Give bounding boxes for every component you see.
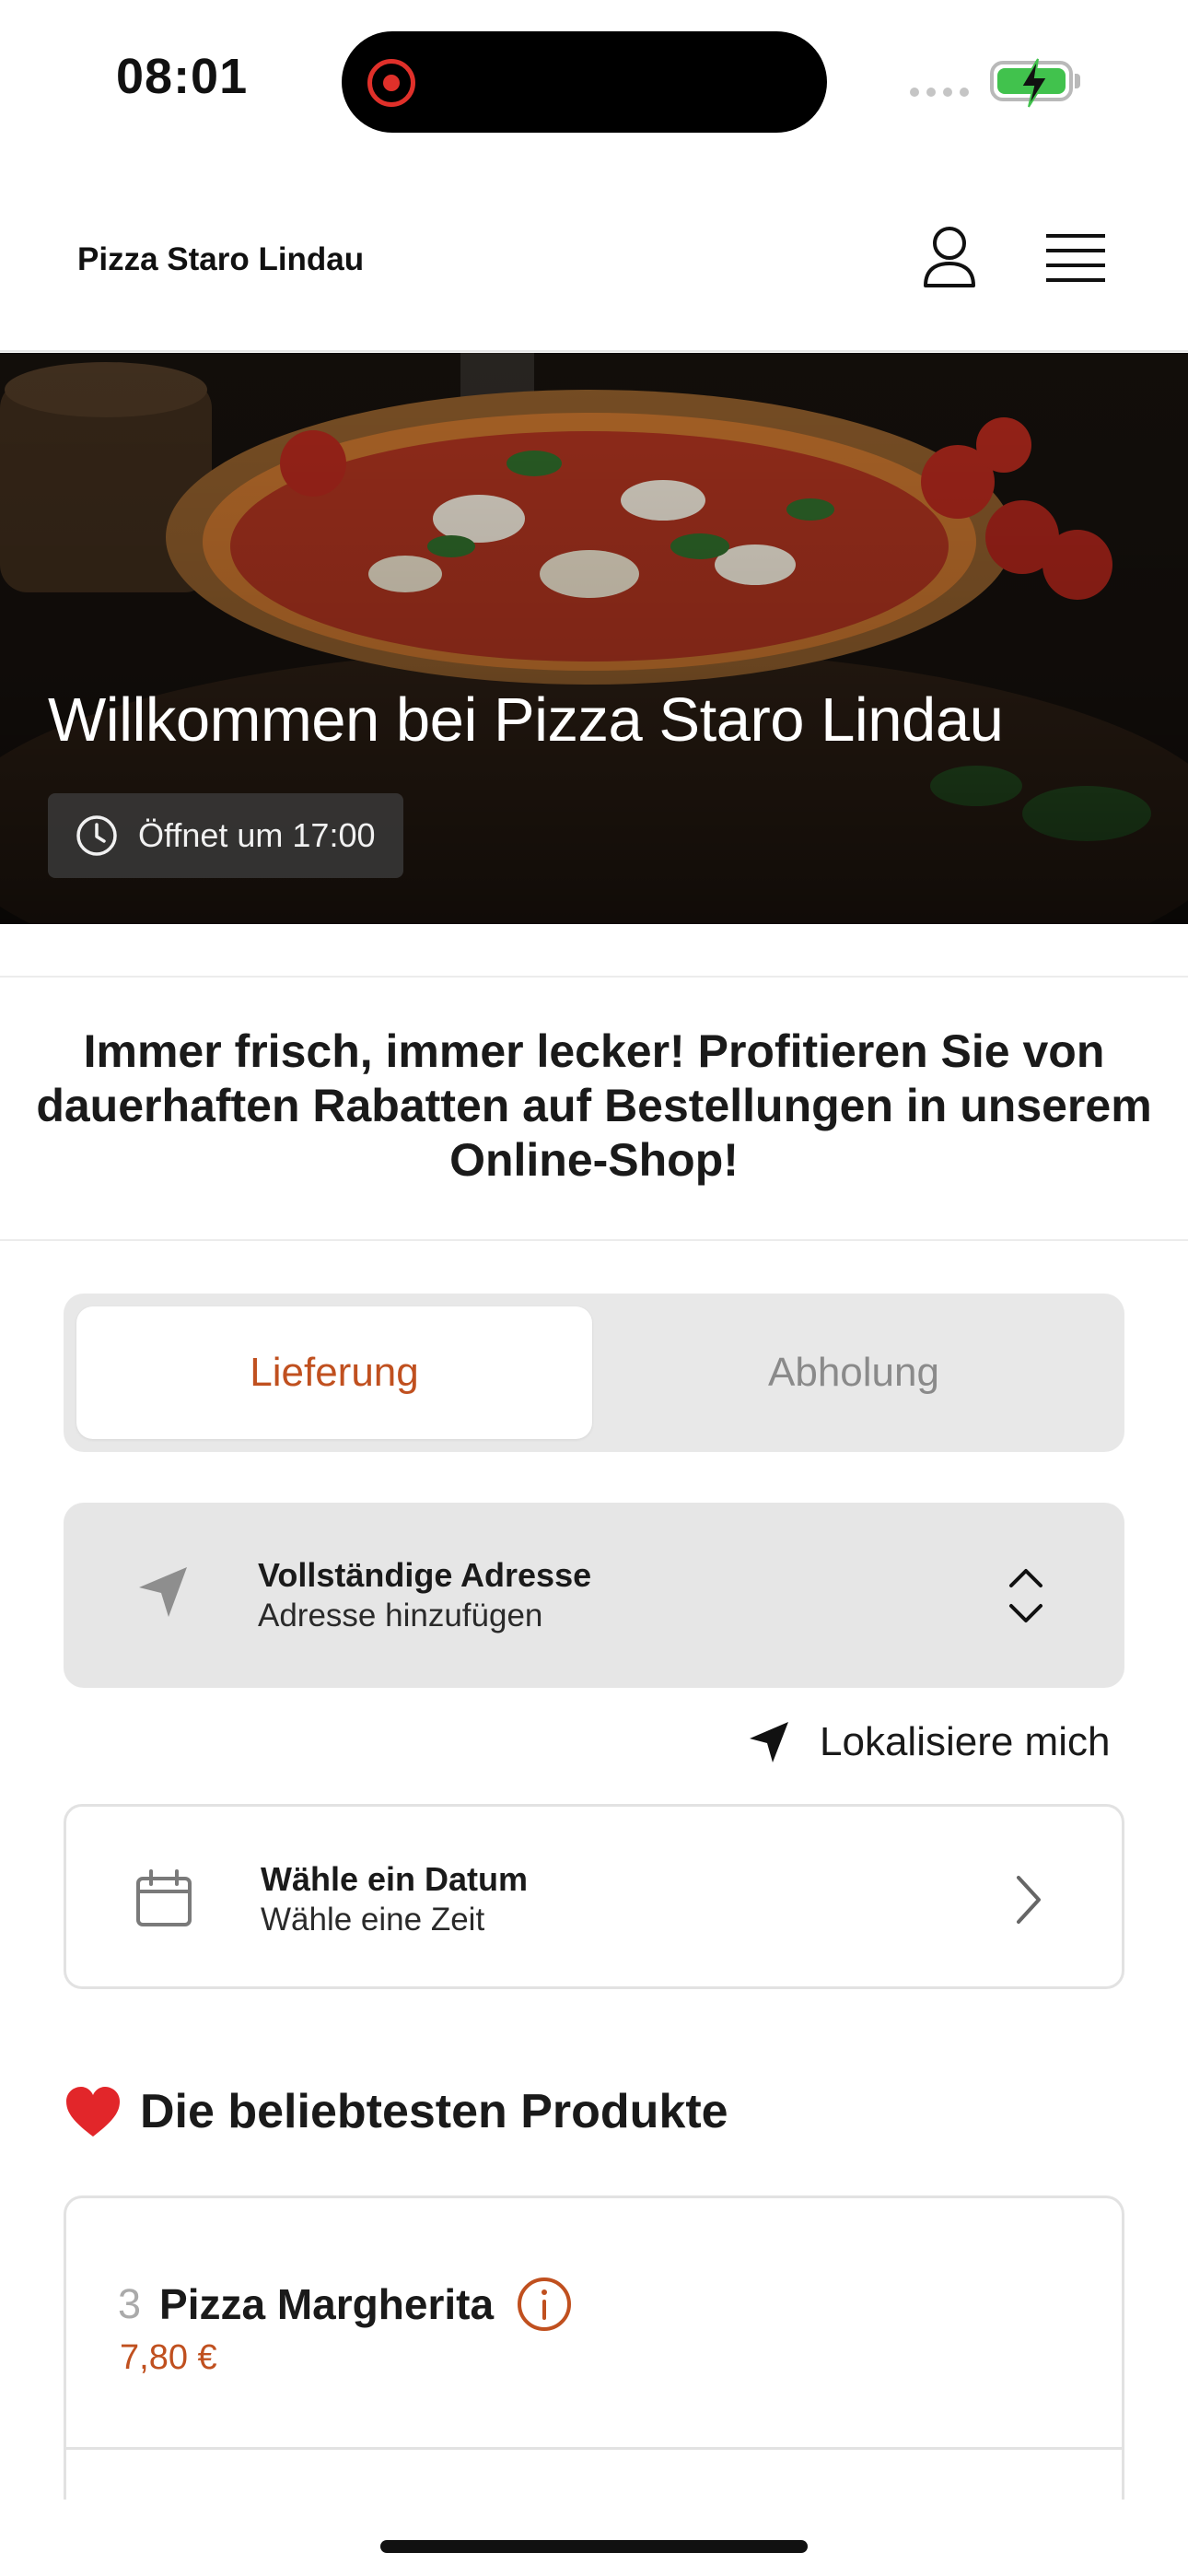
calendar-icon (136, 1869, 192, 1926)
product-list: 3 Pizza Margherita 7,80 € (64, 2195, 1124, 2500)
tab-delivery[interactable]: Lieferung (76, 1306, 592, 1439)
dynamic-island (342, 31, 827, 133)
product-name: Pizza Margherita (159, 2280, 495, 2328)
list-item[interactable]: 3 Pizza Margherita (118, 2276, 573, 2333)
date-title: Wähle ein Datum (261, 1860, 529, 1898)
section-heading-text: Die beliebtesten Produkte (140, 2085, 728, 2138)
address-title: Vollständige Adresse (258, 1556, 592, 1594)
locate-me-label: Lokalisiere mich (820, 1719, 1111, 1764)
tab-pickup[interactable]: Abholung (596, 1306, 1112, 1439)
signal-icon (910, 88, 969, 97)
info-icon[interactable] (516, 2276, 573, 2333)
opening-hours-text: Öffnet um 17:00 (138, 816, 376, 854)
hero-banner: Willkommen bei Pizza Staro Lindau Öffnet… (0, 353, 1188, 924)
address-subtitle: Adresse hinzufügen (258, 1598, 543, 1633)
clock-icon (76, 815, 117, 856)
promo-text: Immer frisch, immer lecker! Profitieren … (36, 1025, 1152, 1186)
home-indicator[interactable] (380, 2540, 808, 2553)
chevron-up-down-icon (1009, 1569, 1042, 1622)
battery-cap (1075, 74, 1080, 88)
schedule-selector[interactable]: Wähle ein Datum Wähle eine Zeit (64, 1804, 1124, 1989)
record-icon (367, 59, 415, 107)
hamburger-menu-icon (1046, 234, 1105, 282)
opening-hours-badge: Öffnet um 17:00 (48, 793, 403, 878)
user-icon (924, 227, 975, 287)
popular-products-heading: Die beliebtesten Produkte (64, 2084, 728, 2139)
product-rank: 3 (118, 2280, 142, 2327)
account-button[interactable] (913, 221, 986, 295)
locate-me-button[interactable]: Lokalisiere mich (748, 1719, 1110, 1765)
status-bar: 08:01 (0, 0, 1188, 157)
heart-icon (66, 2087, 120, 2137)
app-header: Pizza Staro Lindau (0, 157, 1188, 352)
chevron-right-icon (1017, 1876, 1041, 1924)
divider (0, 976, 1188, 978)
product-price: 7,80 € (120, 2338, 217, 2377)
order-mode-toggle: Lieferung Abholung (64, 1294, 1124, 1452)
navigation-arrow-icon (139, 1567, 187, 1617)
divider (66, 2447, 1122, 2450)
time-subtitle: Wähle eine Zeit (261, 1902, 485, 1938)
status-time: 08:01 (116, 49, 249, 104)
divider (0, 1239, 1188, 1241)
menu-button[interactable] (1039, 221, 1112, 295)
battery-icon (990, 58, 1073, 108)
navigation-arrow-icon (750, 1722, 788, 1762)
address-selector[interactable]: Vollständige Adresse Adresse hinzufügen (64, 1503, 1124, 1688)
hero-title: Willkommen bei Pizza Staro Lindau (48, 685, 1004, 755)
brand-name[interactable]: Pizza Staro Lindau (77, 241, 364, 278)
